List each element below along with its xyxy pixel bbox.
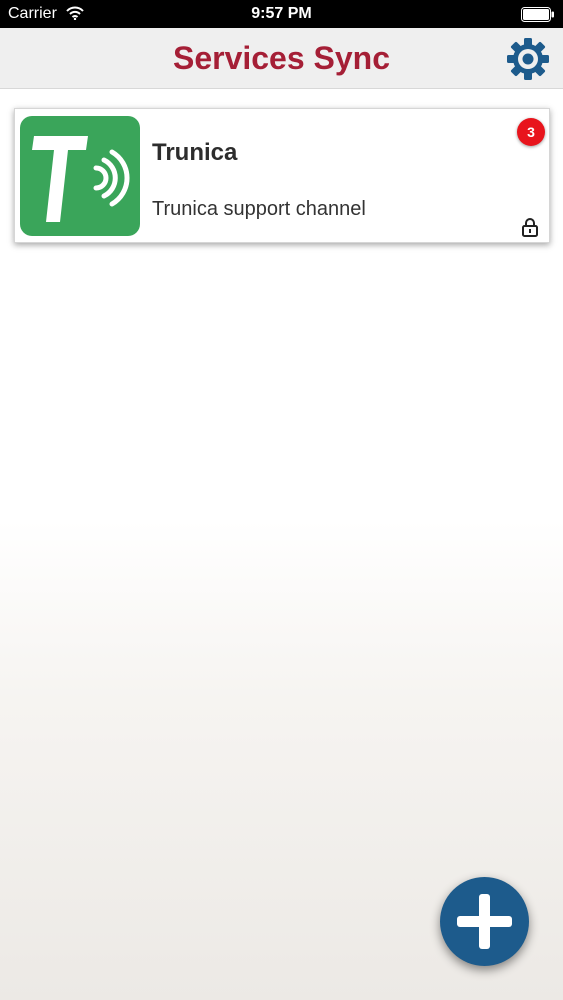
gear-icon	[507, 38, 549, 80]
service-subtitle: Trunica support channel	[152, 198, 366, 220]
plus-icon	[457, 894, 512, 949]
service-title: Trunica	[152, 139, 238, 166]
lock-icon	[522, 218, 538, 237]
unread-count-badge: 3	[517, 118, 545, 146]
battery-full-icon	[521, 7, 554, 22]
page-title: Services Sync	[172, 40, 391, 76]
service-card-trunica[interactable]: Trunica Trunica support channel 3	[14, 108, 550, 243]
nav-bar: Services Sync	[0, 28, 563, 89]
status-bar: Carrier 9:57 PM	[0, 0, 563, 28]
add-service-button[interactable]	[440, 877, 529, 966]
status-time: 9:57 PM	[251, 5, 312, 22]
trunica-logo	[20, 116, 140, 236]
settings-button[interactable]	[505, 36, 551, 82]
